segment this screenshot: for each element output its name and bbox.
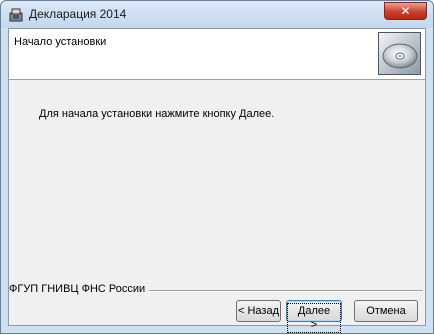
installer-window: Декларация 2014 ✕ Начало установки Для н…	[0, 0, 434, 334]
back-button-label: < Назад	[238, 305, 279, 317]
cancel-button[interactable]: Отмена	[354, 300, 418, 322]
cancel-button-label: Отмена	[366, 305, 406, 317]
dialog-client-area: Начало установки Для начала установки на…	[8, 28, 426, 333]
close-button[interactable]: ✕	[384, 2, 427, 20]
title-bar[interactable]: Декларация 2014 ✕	[1, 1, 433, 28]
window-title: Декларация 2014	[29, 7, 127, 21]
close-icon: ✕	[400, 4, 411, 18]
instruction-text: Для начала установки нажмите кнопку Дале…	[39, 108, 275, 120]
step-title: Начало установки	[14, 36, 107, 48]
brand-label: ФГУП ГНИВЦ ФНС России	[9, 283, 150, 295]
next-button-label: Далее >	[287, 303, 341, 333]
next-button[interactable]: Далее >	[286, 300, 342, 333]
installer-app-icon	[9, 8, 23, 22]
wizard-header: Начало установки	[9, 29, 425, 80]
footer-divider	[129, 290, 423, 292]
back-button[interactable]: < Назад	[236, 300, 281, 322]
cd-disc-icon	[378, 32, 421, 75]
